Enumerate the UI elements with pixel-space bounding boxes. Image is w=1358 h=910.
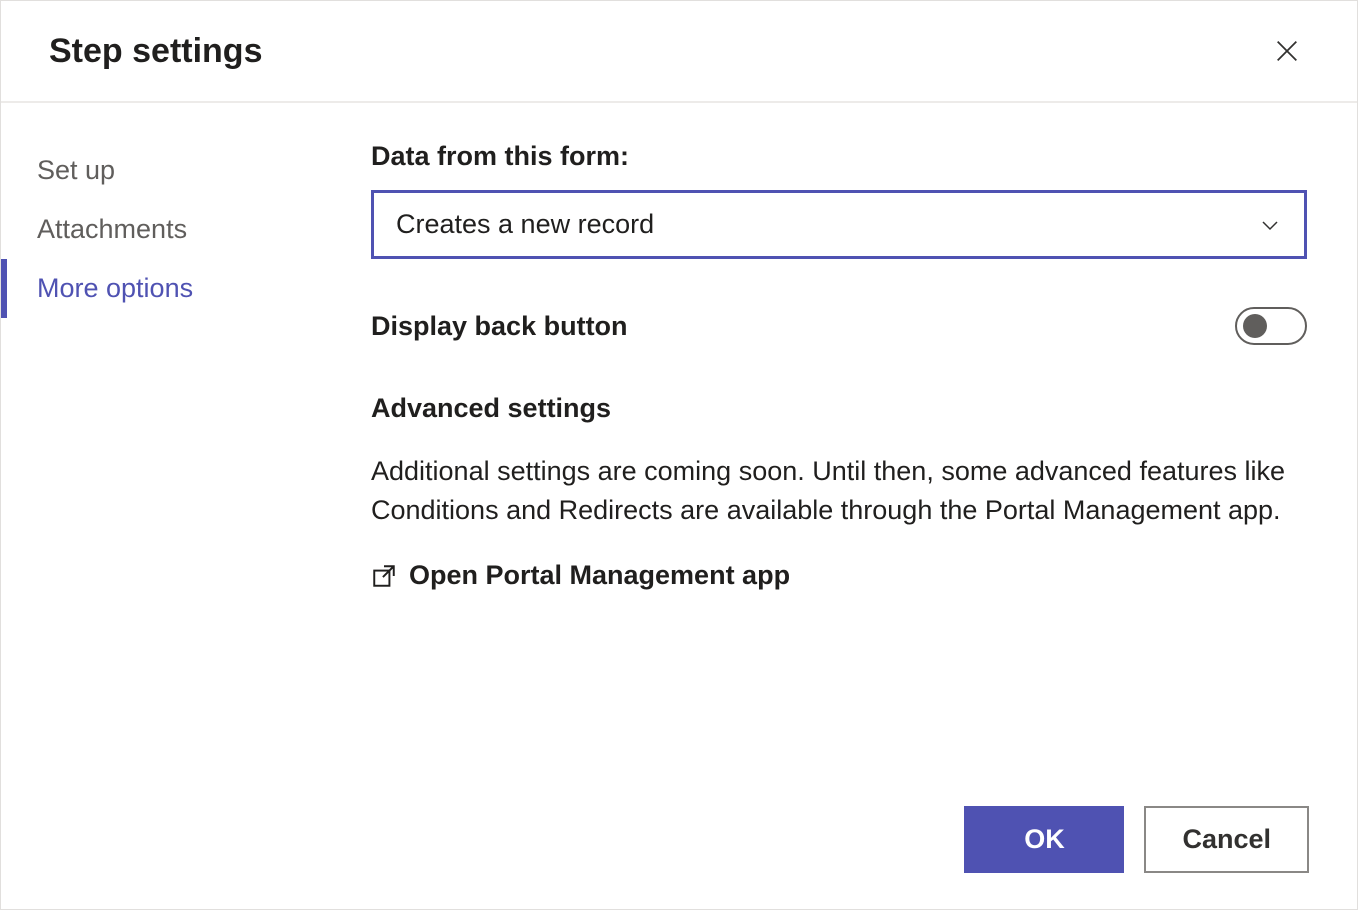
external-link-icon <box>371 563 397 589</box>
sidebar: Set up Attachments More options <box>1 103 341 909</box>
sidebar-item-label: Attachments <box>37 214 187 244</box>
main-content: Data from this form: Creates a new recor… <box>341 103 1357 909</box>
sidebar-item-label: Set up <box>37 155 115 185</box>
display-back-row: Display back button <box>371 307 1307 345</box>
dialog-title: Step settings <box>49 32 262 71</box>
toggle-knob <box>1243 314 1267 338</box>
display-back-toggle[interactable] <box>1235 307 1307 345</box>
cancel-button[interactable]: Cancel <box>1144 806 1309 873</box>
open-link-label: Open Portal Management app <box>409 560 790 591</box>
step-settings-dialog: Step settings Set up Attachments More op… <box>0 0 1358 910</box>
chevron-down-icon <box>1258 213 1282 237</box>
close-icon <box>1273 37 1301 65</box>
sidebar-item-label: More options <box>37 273 193 303</box>
ok-button[interactable]: OK <box>964 806 1124 873</box>
display-back-label: Display back button <box>371 311 628 342</box>
dropdown-value: Creates a new record <box>396 209 654 240</box>
advanced-settings-title: Advanced settings <box>371 393 1307 424</box>
sidebar-item-setup[interactable]: Set up <box>1 141 341 200</box>
sidebar-item-more-options[interactable]: More options <box>1 259 341 318</box>
close-button[interactable] <box>1265 29 1309 73</box>
advanced-settings-text: Additional settings are coming soon. Unt… <box>371 452 1307 530</box>
data-form-dropdown[interactable]: Creates a new record <box>371 190 1307 259</box>
open-portal-management-link[interactable]: Open Portal Management app <box>371 560 790 591</box>
dialog-header: Step settings <box>1 1 1357 103</box>
dialog-body: Set up Attachments More options Data fro… <box>1 103 1357 909</box>
dialog-footer: OK Cancel <box>964 806 1309 873</box>
data-form-label: Data from this form: <box>371 141 1307 172</box>
sidebar-item-attachments[interactable]: Attachments <box>1 200 341 259</box>
